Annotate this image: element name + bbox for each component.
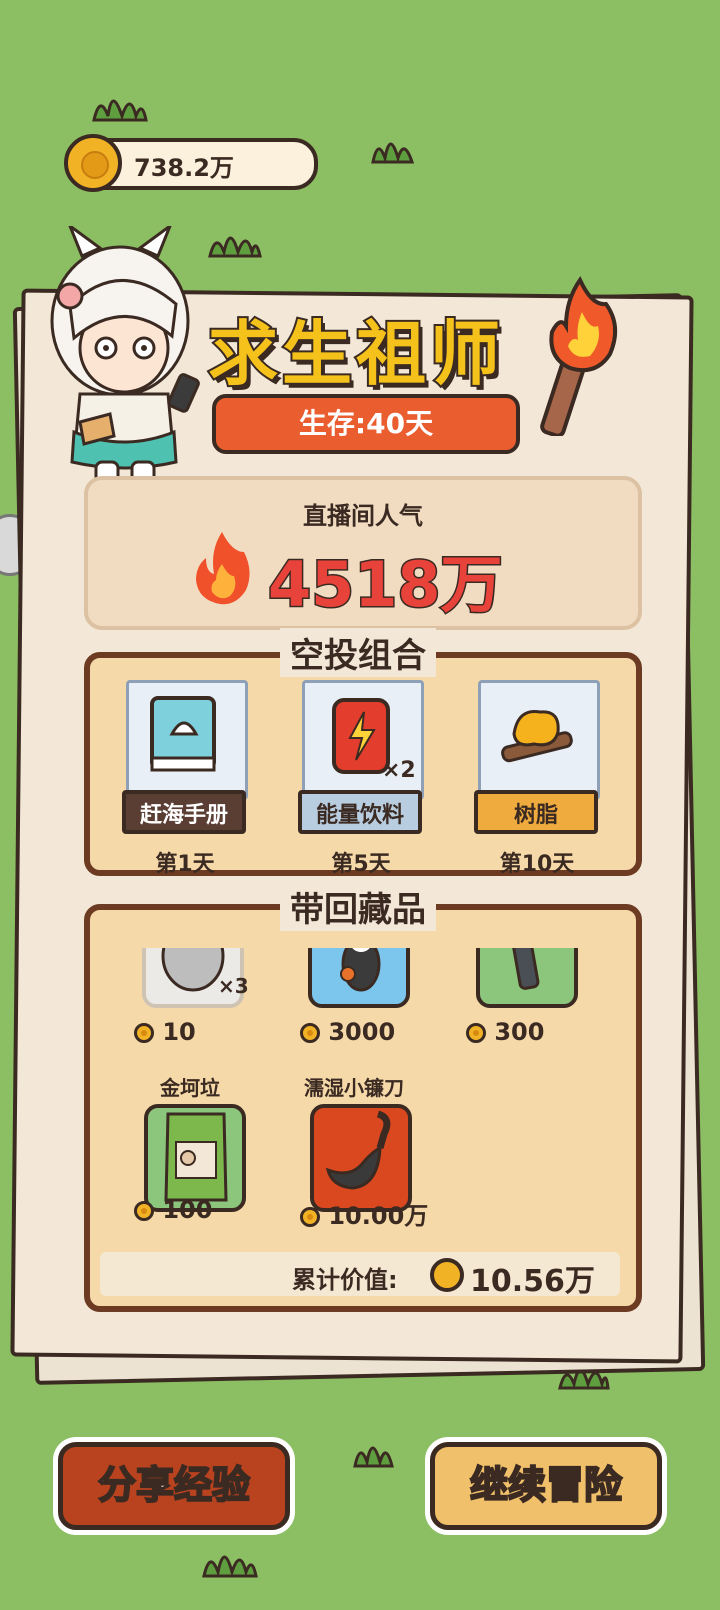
coin-icon [134, 1201, 154, 1221]
grass-decoration [92, 99, 148, 122]
page-title: 求生祖师 [206, 311, 504, 397]
collection-title: 带回藏品 [280, 882, 436, 931]
grass-decoration [202, 1555, 258, 1578]
airdrop-item-day: 第1天 [155, 852, 215, 877]
grass-decoration [353, 1446, 394, 1468]
collection-price: 10 [134, 1018, 196, 1046]
total-value-label: 累计价值: [292, 1266, 398, 1294]
collection-price: 100 [134, 1196, 212, 1224]
total-coin-icon [430, 1258, 464, 1292]
coin-balance: 738.2万 [64, 134, 318, 192]
coin-icon [300, 1023, 320, 1043]
resin-icon [501, 709, 573, 763]
coin-icon [64, 134, 122, 192]
sickle-icon [325, 1110, 391, 1190]
collection-price: 10.00万 [300, 1196, 428, 1231]
collection-item-name: 濡湿小镰刀 [304, 1076, 404, 1100]
collection-row-clip [96, 948, 626, 1018]
character-avatar [50, 226, 200, 494]
popularity-value: 4518万 [267, 547, 505, 623]
coin-balance-value: 738.2万 [134, 154, 234, 182]
airdrop-item-label: 赶海手册 [122, 790, 246, 834]
airdrop-item-label: 树脂 [474, 790, 598, 834]
phone-icon [510, 948, 540, 990]
grass-decoration [208, 236, 262, 258]
coin-icon [466, 1023, 486, 1043]
collection-price: 300 [466, 1018, 544, 1046]
grass-decoration [371, 142, 415, 164]
collection-price-value: 10 [162, 1018, 196, 1046]
fertilizer-bag-icon [164, 1112, 228, 1202]
collection-item-name: 金坷垃 [160, 1076, 220, 1100]
popularity-label: 直播间人气 [303, 502, 423, 530]
total-value: 10.56万 [470, 1264, 595, 1299]
airdrop-item-day: 第5天 [331, 852, 391, 877]
airdrop-title: 空投组合 [280, 628, 436, 677]
collection-price: 3000 [300, 1018, 395, 1046]
collection-price-value: 300 [494, 1018, 545, 1046]
share-experience-button[interactable]: 分享经验 [58, 1442, 290, 1530]
collection-price-value: 3000 [328, 1018, 396, 1046]
continue-adventure-button[interactable]: 继续冒险 [430, 1442, 662, 1530]
collection-count: ×3 [218, 974, 249, 998]
airdrop-item-label: 能量饮料 [298, 790, 422, 834]
airdrop-item-day: 第10天 [499, 852, 575, 877]
survival-days-badge: 生存:40天 [212, 394, 520, 454]
item-count: ×2 [382, 758, 416, 783]
collection-price-value: 100 [162, 1196, 213, 1224]
collection-price-value: 10.00万 [328, 1202, 429, 1230]
coin-icon [134, 1023, 154, 1043]
book-icon [150, 696, 216, 772]
coin-icon [300, 1207, 320, 1227]
fire-icon [196, 532, 250, 605]
torch-icon [540, 276, 618, 436]
penguin-icon [340, 948, 381, 992]
